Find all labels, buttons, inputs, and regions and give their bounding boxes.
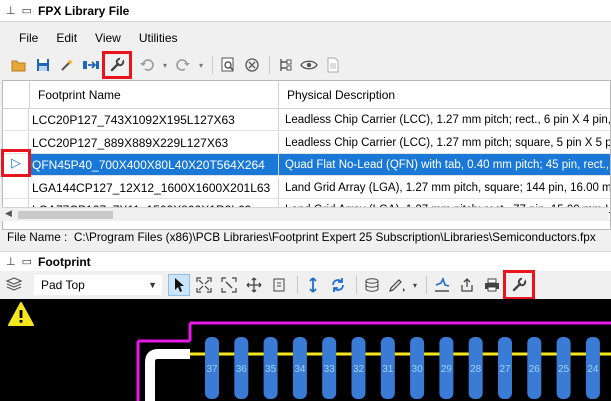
play-arrow-icon: ▷ [11, 155, 21, 170]
open-folder-icon[interactable] [8, 54, 30, 76]
current-row-indicator[interactable]: ▷ [1, 149, 31, 177]
row-selector[interactable] [3, 109, 29, 130]
layer-stack-icon[interactable] [361, 274, 383, 296]
pad-number-label: 30 [412, 364, 424, 375]
redo-icon[interactable] [172, 54, 194, 76]
main-toolbar: ▾ ▾ [0, 51, 611, 79]
footprint-panel-header: ⊥ ▭ Footprint [0, 251, 611, 271]
table-row[interactable]: LGA144CP127_12X12_1600X1600X201L63 Land … [3, 177, 611, 199]
grid-horizontal-scrollbar[interactable]: ◀ [2, 207, 609, 221]
window-icon[interactable]: ▭ [22, 255, 32, 268]
file-name-line: File Name : C:\Program Files (x86)\PCB L… [7, 229, 596, 245]
export-icon[interactable] [456, 274, 478, 296]
table-row-selected[interactable]: QFN45P40_700X400X80L40X20T564X264 Quad F… [3, 154, 611, 176]
document-icon[interactable] [322, 54, 344, 76]
scroll-thumb[interactable] [18, 211, 113, 219]
pin-icon[interactable]: ⊥ [6, 255, 16, 268]
wrench-icon[interactable] [503, 270, 535, 300]
pan-icon[interactable] [243, 274, 265, 296]
corner-outline [145, 349, 190, 401]
toolbar-separator [212, 56, 213, 74]
footprint-panel-title: Footprint [38, 254, 91, 269]
table-row[interactable]: LCC20P127_889X889X229L127X63 Leadless Ch… [3, 132, 611, 154]
column-physical-description[interactable]: Physical Description [279, 81, 610, 109]
file-name-label: File Name : [7, 230, 68, 244]
chevron-down-icon: ▼ [148, 280, 157, 290]
footprint-name-cell: LGA144CP127_12X12_1600X1600X201L63 [29, 177, 279, 198]
undo-dropdown-icon[interactable]: ▾ [160, 54, 170, 76]
undo-icon[interactable] [136, 54, 158, 76]
pad-number-label: 34 [294, 364, 306, 375]
pad-number-label: 37 [206, 364, 218, 375]
eye-icon[interactable] [298, 54, 320, 76]
row-selector[interactable] [3, 177, 29, 198]
footprint-toolbar: Pad Top ▼ ▾ [0, 270, 611, 300]
menu-bar: File Edit View Utilities [0, 27, 187, 49]
pad-number-label: 27 [499, 364, 511, 375]
save-icon[interactable] [32, 54, 54, 76]
pad-number-label: 32 [353, 364, 365, 375]
pad-number-label: 35 [265, 364, 277, 375]
layers-icon [5, 276, 26, 294]
toolbar-separator [356, 276, 357, 294]
menu-utilities[interactable]: Utilities [130, 31, 187, 45]
import-icon[interactable] [431, 274, 453, 296]
footprint-name-cell: LCC20P127_889X889X229L127X63 [29, 132, 279, 153]
pad-number-label: 24 [587, 364, 599, 375]
toolbar-separator [269, 56, 270, 74]
tree-icon[interactable] [274, 54, 296, 76]
draw-icon[interactable] [386, 274, 408, 296]
column-footprint-name[interactable]: Footprint Name [29, 81, 279, 109]
zoom-extents-icon[interactable] [193, 274, 215, 296]
layer-select-value: Pad Top [41, 278, 85, 292]
description-cell: Leadless Chip Carrier (LCC), 1.27 mm pit… [285, 114, 611, 126]
pad-number-label: 25 [558, 364, 570, 375]
flip-vertical-icon[interactable] [302, 274, 324, 296]
pointer-icon[interactable] [168, 274, 190, 296]
file-name-path: C:\Program Files (x86)\PCB Libraries\Foo… [73, 230, 596, 244]
toolbar-separator [297, 276, 298, 294]
footprint-canvas[interactable]: 37 36 35 34 33 32 31 30 29 28 27 26 25 24 [0, 299, 611, 401]
description-cell: Land Grid Array (LGA), 1.27 mm pitch, sq… [285, 182, 611, 194]
rotate-icon[interactable] [327, 274, 349, 296]
grid-header: Footprint Name Physical Description [3, 81, 610, 109]
pad-number-label: 31 [382, 364, 394, 375]
window-titlebar: ⊥ ▭ FPX Library File [0, 0, 611, 22]
table-row[interactable]: LCC20P127_743X1092X195L127X63 Leadless C… [3, 109, 611, 131]
pad-number-label: 36 [236, 364, 248, 375]
cancel-icon[interactable] [241, 54, 263, 76]
warning-icon [8, 302, 34, 326]
wrench-icon[interactable] [102, 51, 132, 79]
footprint-name-cell: LCC20P127_743X1092X195L127X63 [29, 109, 279, 130]
pad-number-label: 28 [470, 364, 482, 375]
description-cell: Quad Flat No-Lead (QFN) with tab, 0.40 m… [285, 159, 611, 171]
menu-edit[interactable]: Edit [47, 31, 86, 45]
redo-dropdown-icon[interactable]: ▾ [196, 54, 206, 76]
toolbar-separator [426, 276, 427, 294]
scroll-left-icon[interactable]: ◀ [5, 208, 12, 219]
description-cell: Leadless Chip Carrier (LCC), 1.27 mm pit… [285, 137, 611, 149]
menu-file[interactable]: File [0, 31, 47, 45]
layer-select[interactable]: Pad Top ▼ [34, 275, 162, 295]
window-icon[interactable]: ▭ [22, 4, 32, 17]
wizard-icon[interactable] [56, 54, 78, 76]
footprint-name-cell: QFN45P40_700X400X80L40X20T564X264 [29, 154, 279, 175]
draw-dropdown-icon[interactable]: ▾ [411, 274, 419, 296]
pad-number-label: 26 [529, 364, 541, 375]
print-icon[interactable] [481, 274, 503, 296]
window-title: FPX Library File [38, 3, 130, 18]
zoom-window-icon[interactable] [218, 274, 240, 296]
pin-icon[interactable]: ⊥ [6, 4, 16, 17]
footprint-drawing: 37 36 35 34 33 32 31 30 29 28 27 26 25 24 [8, 302, 611, 401]
pad-number-label: 29 [441, 364, 453, 375]
pad-number-label: 33 [324, 364, 336, 375]
fit-icon[interactable] [268, 274, 290, 296]
zoom-preview-icon[interactable] [217, 54, 239, 76]
calculate-icon[interactable] [80, 54, 102, 76]
menu-view[interactable]: View [86, 31, 130, 45]
